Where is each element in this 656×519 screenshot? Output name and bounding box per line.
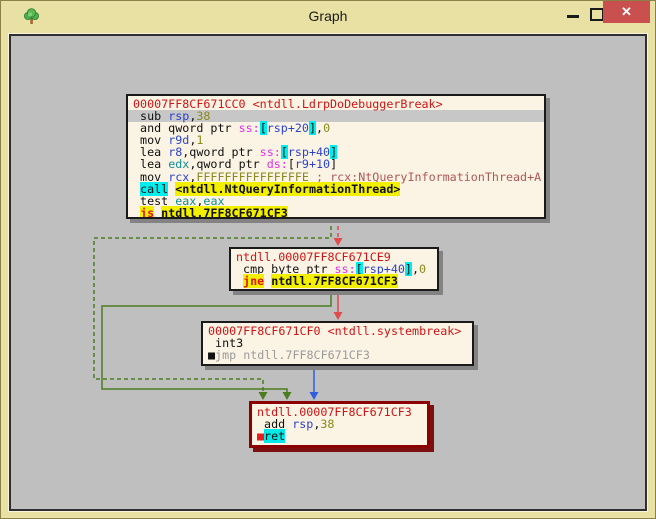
window-title: Graph xyxy=(308,8,348,24)
edge-arrowhead-branch-taken-CE9-to-CF3 xyxy=(282,392,292,400)
edge-arrowhead-jmp-CF0-to-CF3 xyxy=(309,392,319,400)
close-button[interactable]: ✕ xyxy=(603,1,650,23)
graph-window: Graph ✕ 00007FF8CF671CC0 <ntdll.LdrpDoDe… xyxy=(0,0,656,519)
title-bar[interactable]: Graph ✕ xyxy=(1,1,655,34)
minimize-button[interactable] xyxy=(567,15,579,18)
graph-node-00007FF8CF671CF0[interactable]: 00007FF8CF671CF0 <ntdll.systembreak> int… xyxy=(201,321,474,366)
asm-line[interactable]: js ntdll.7FF8CF671CF3 xyxy=(133,205,544,217)
asm-line[interactable]: mov rcx,FFFFFFFFFFFFFFFE ; rcx:NtQueryIn… xyxy=(133,171,544,183)
graph-node-00007FF8CF671CF3[interactable]: ntdll.00007FF8CF671CF3 add rsp,38 ■ret xyxy=(249,401,430,448)
maximize-button[interactable] xyxy=(590,8,604,21)
asm-line[interactable]: ■ret xyxy=(257,429,427,444)
graph-canvas[interactable]: 00007FF8CF671CC0 <ntdll.LdrpDoDebuggerBr… xyxy=(8,33,648,512)
graph-node-00007FF8CF671CE9[interactable]: ntdll.00007FF8CF671CE9 cmp byte ptr ss:[… xyxy=(229,247,439,291)
graph-node-00007FF8CF671CC0[interactable]: 00007FF8CF671CC0 <ntdll.LdrpDoDebuggerBr… xyxy=(126,94,546,219)
edge-arrowhead-fallthrough-CC0-to-CE9 xyxy=(333,238,343,246)
edge-arrowhead-fallthrough-CE9-to-CF0 xyxy=(333,312,343,320)
edge-arrowhead-branch-taken-CC0-to-CF3 xyxy=(258,392,268,400)
asm-line[interactable]: ■jmp ntdll.7FF8CF671CF3 xyxy=(208,349,472,361)
asm-line[interactable]: jne ntdll.7FF8CF671CF3 xyxy=(236,274,437,289)
block-header[interactable]: 00007FF8CF671CF0 <ntdll.systembreak> xyxy=(208,325,472,337)
graph-viewport[interactable]: 00007FF8CF671CC0 <ntdll.LdrpDoDebuggerBr… xyxy=(11,36,645,509)
